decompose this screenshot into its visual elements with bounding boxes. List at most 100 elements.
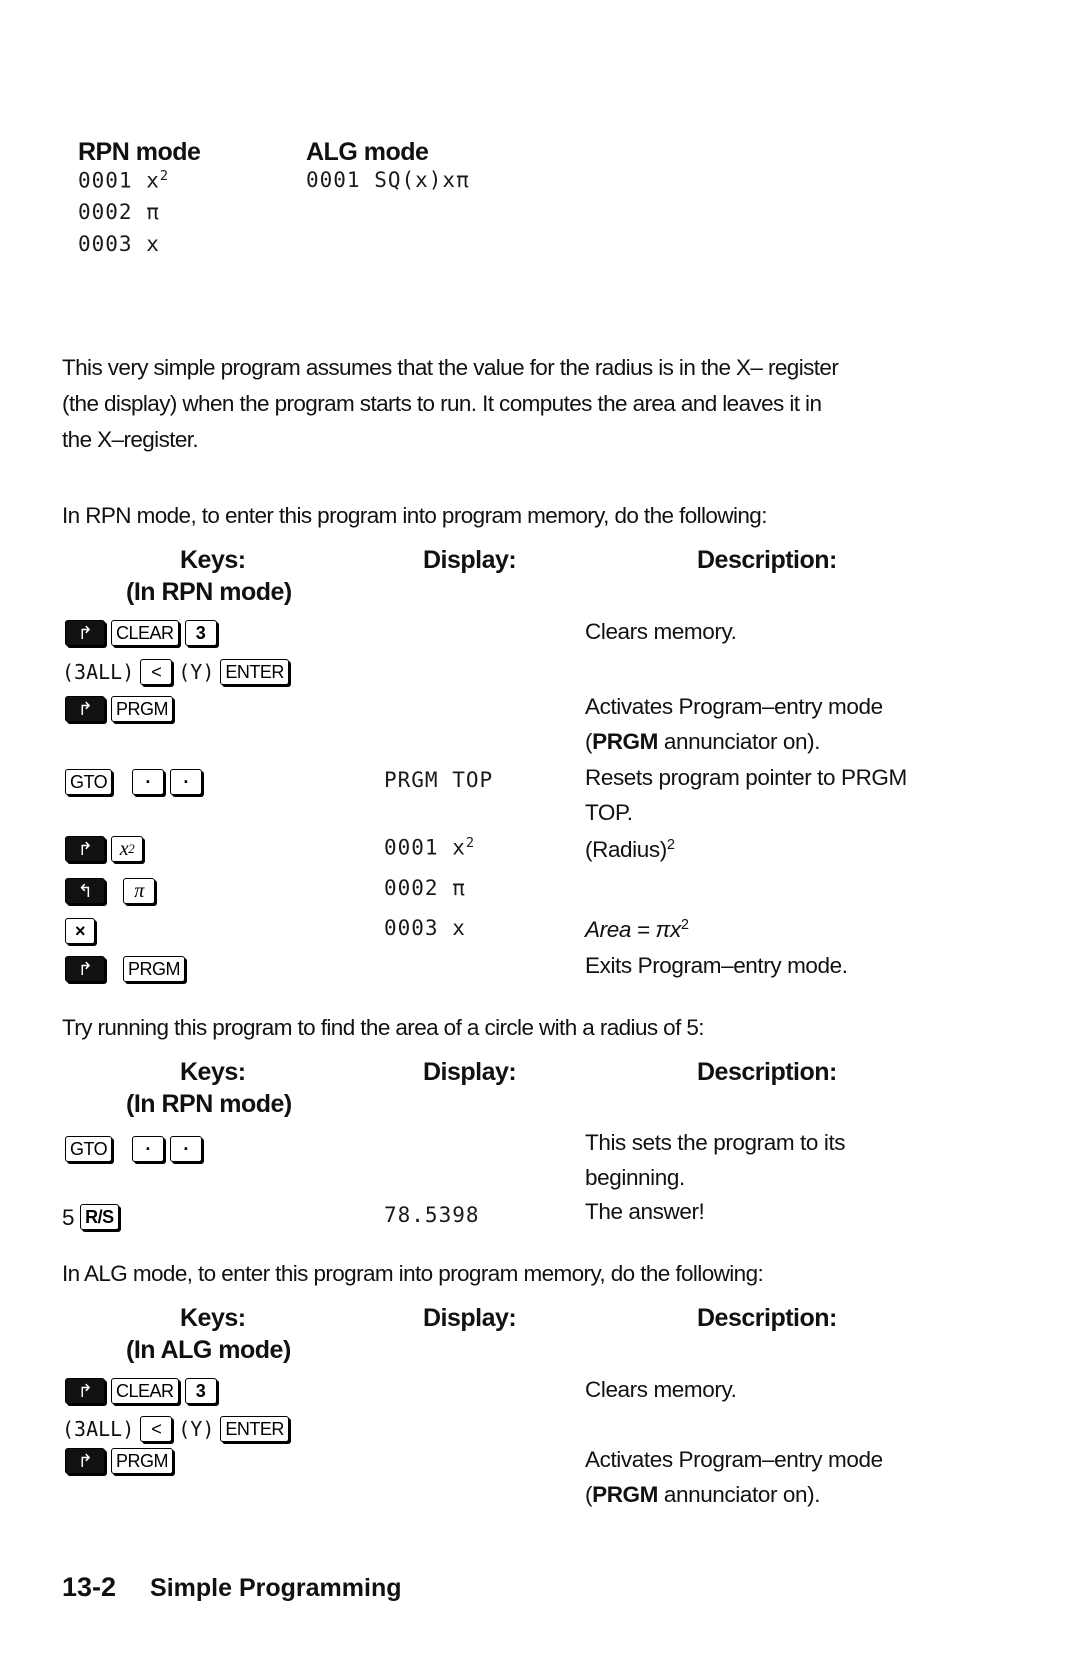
right-shift-arrow-icon: ↱ [77, 1380, 93, 1401]
right-shift-arrow-icon: ↱ [77, 838, 93, 859]
dot-key[interactable]: · [132, 769, 165, 795]
header-display: Display: [423, 1058, 517, 1086]
row-gto-keys: GTO · · [65, 767, 203, 797]
display-prgm-top: PRGM TOP [384, 768, 494, 792]
listing-text: 0001 x [78, 168, 160, 193]
display-step-1: 0001 x2 [384, 835, 475, 860]
clear-key[interactable]: CLEAR [111, 620, 179, 646]
alg-mode-title: ALG mode [306, 138, 429, 166]
run-stop-key[interactable]: R/S [80, 1204, 119, 1230]
enter-key[interactable]: ENTER [220, 1416, 289, 1442]
superscript: 2 [666, 837, 675, 853]
yes-prompt: (Y) [178, 1417, 215, 1441]
prgm-key[interactable]: PRGM [123, 956, 185, 982]
desc-clears-memory: Clears memory. [585, 619, 737, 644]
desc-activates-tail: annunciator on). [658, 729, 821, 754]
right-shift-key[interactable]: ↱ [65, 1448, 105, 1474]
desc-sets-line-1: This sets the program to its [585, 1130, 846, 1155]
right-shift-key[interactable]: ↱ [65, 1378, 105, 1404]
desc-activates-line-1: Activates Program–entry mode [585, 1447, 883, 1472]
row-run-gto-keys: GTO · · [65, 1134, 203, 1164]
rpn-listing-line-1: 0001 x2 [78, 168, 169, 193]
rpn-listing-line-3: 0003 x [78, 232, 160, 256]
left-shift-arrow-icon: ↰ [77, 880, 93, 901]
right-shift-arrow-icon: ↱ [77, 698, 93, 719]
prgm-key[interactable]: PRGM [111, 1448, 173, 1474]
superscript: 2 [128, 841, 135, 856]
all-prompt: (3ALL) [62, 660, 135, 684]
right-shift-key[interactable]: ↱ [65, 836, 105, 862]
x-squared-key[interactable]: x2 [111, 836, 143, 862]
intro-line-2: (the display) when the program starts to… [62, 391, 822, 416]
header-description: Description: [697, 1304, 837, 1332]
rpn-mode-title: RPN mode [78, 138, 201, 166]
left-arrow-key[interactable]: < [140, 1416, 173, 1442]
run-intro: Try running this program to find the are… [62, 1015, 705, 1040]
header-display: Display: [423, 546, 517, 574]
desc-resets-pointer: Resets program pointer to PRGM TOP. [585, 760, 907, 830]
desc-activates-line-2: (PRGM annunciator on). [585, 729, 821, 754]
gto-key[interactable]: GTO [65, 1136, 113, 1162]
prgm-annunciator-label: PRGM [592, 1482, 658, 1507]
row-pi-keys: ↰ π [65, 876, 155, 906]
three-key[interactable]: 3 [184, 1378, 217, 1404]
header-rpn-mode: (In RPN mode) [126, 578, 292, 606]
alg-entry-intro: In ALG mode, to enter this program into … [62, 1261, 764, 1286]
row-alg-clear-keys: ↱ CLEAR 3 [65, 1376, 217, 1406]
dot-key[interactable]: · [170, 1136, 203, 1162]
right-shift-arrow-icon: ↱ [77, 1450, 93, 1471]
header-display: Display: [423, 1304, 517, 1332]
desc-radius-squared: (Radius)2 [585, 828, 675, 867]
desc-activates-tail: annunciator on). [658, 1482, 821, 1507]
right-shift-arrow-icon: ↱ [77, 622, 93, 643]
desc-sets-beginning: This sets the program to its beginning. [585, 1125, 846, 1195]
display-step-2: 0002 π [384, 876, 466, 900]
clear-key[interactable]: CLEAR [111, 1378, 179, 1404]
desc-alg-activates-prgm: Activates Program–entry mode (PRGM annun… [585, 1442, 883, 1512]
superscript: 2 [465, 835, 476, 851]
header-keys: Keys: [180, 1058, 246, 1086]
enter-key[interactable]: ENTER [220, 659, 289, 685]
superscript: 2 [680, 917, 689, 933]
desc-text: (Radius) [585, 837, 667, 863]
alg-listing-line-1: 0001 SQ(x)xπ [306, 168, 470, 192]
three-key[interactable]: 3 [184, 620, 217, 646]
gto-key[interactable]: GTO [65, 769, 113, 795]
right-shift-key[interactable]: ↱ [65, 956, 105, 982]
row-x-squared-keys: ↱ x2 [65, 834, 143, 864]
row-confirm-keys: (3ALL) < (Y) ENTER [62, 657, 289, 687]
row-clear-memory-keys: ↱ CLEAR 3 [65, 618, 217, 648]
rpn-entry-intro: In RPN mode, to enter this program into … [62, 503, 767, 528]
page-number: 13-2 [62, 1572, 117, 1602]
page-footer: 13-2 Simple Programming [62, 1572, 402, 1603]
intro-line-1: This very simple program assumes that th… [62, 355, 839, 380]
desc-activates-line-2: (PRGM annunciator on). [585, 1482, 821, 1507]
multiply-key[interactable]: × [65, 918, 95, 944]
dot-key[interactable]: · [132, 1136, 165, 1162]
desc-the-answer: The answer! [585, 1199, 705, 1224]
row-prgm-keys: ↱ PRGM [65, 694, 173, 724]
header-description: Description: [697, 1058, 837, 1086]
left-shift-key[interactable]: ↰ [65, 878, 105, 904]
desc-alg-clears-memory: Clears memory. [585, 1377, 737, 1402]
row-alg-prgm-keys: ↱ PRGM [65, 1446, 173, 1476]
pi-key[interactable]: π [123, 878, 155, 904]
header-keys: Keys: [180, 546, 246, 574]
prgm-key[interactable]: PRGM [111, 696, 173, 722]
desc-area-formula: Area = πx2 [585, 908, 689, 947]
display-answer: 78.5398 [384, 1203, 480, 1227]
radius-value: 5 [62, 1204, 75, 1230]
right-shift-key[interactable]: ↱ [65, 696, 105, 722]
row-alg-confirm-keys: (3ALL) < (Y) ENTER [62, 1414, 289, 1444]
desc-activates-line-1: Activates Program–entry mode [585, 694, 883, 719]
right-shift-key[interactable]: ↱ [65, 620, 105, 646]
left-arrow-key[interactable]: < [140, 659, 173, 685]
superscript: 2 [159, 168, 170, 184]
display-text: 0001 x [384, 835, 466, 860]
header-rpn-mode: (In RPN mode) [126, 1090, 292, 1118]
dot-key[interactable]: · [170, 769, 203, 795]
desc-exits-prgm: Exits Program–entry mode. [585, 953, 848, 978]
intro-paragraph: This very simple program assumes that th… [62, 350, 962, 458]
desc-sets-line-2: beginning. [585, 1165, 685, 1190]
intro-line-3: the X–register. [62, 427, 199, 452]
